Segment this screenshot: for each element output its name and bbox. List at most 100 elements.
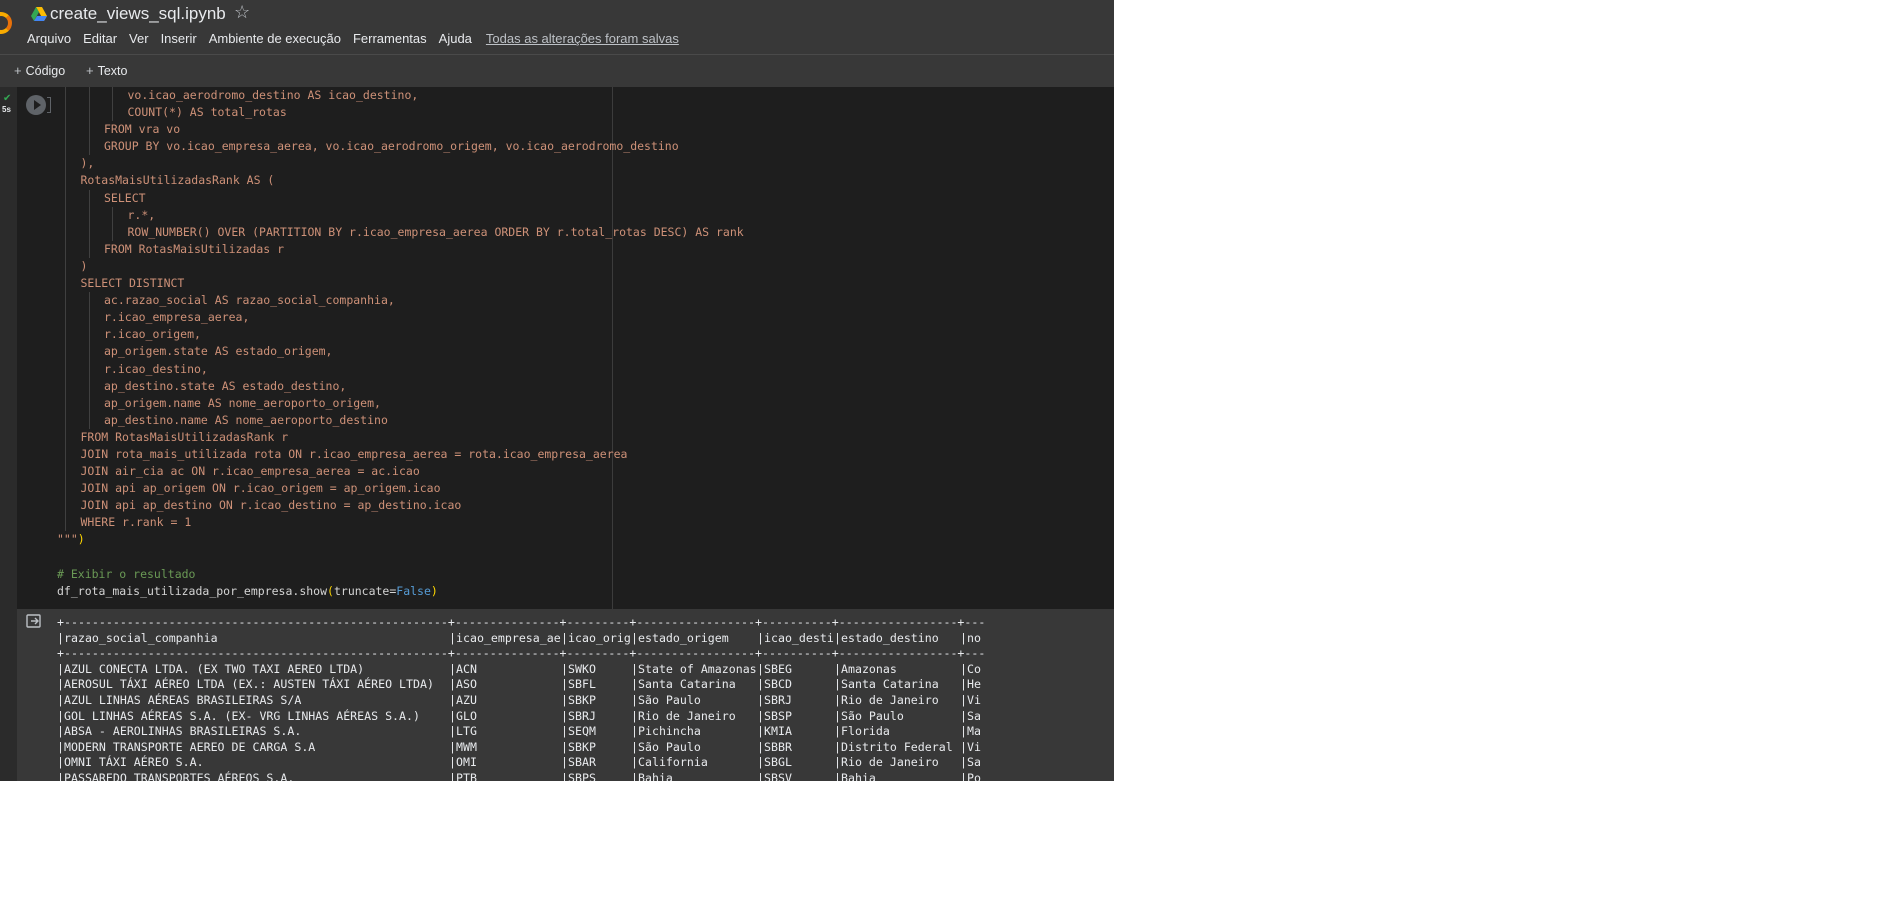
column-header: icao_destino xyxy=(764,630,834,645)
menu-inserir[interactable]: Inserir xyxy=(161,31,197,49)
code-token: r.*, xyxy=(127,207,156,222)
column-separator: | xyxy=(561,630,568,645)
plus-icon: + xyxy=(86,63,94,78)
table-cell: Po xyxy=(967,770,981,781)
colab-logo-icon[interactable] xyxy=(0,12,12,34)
column-separator: | xyxy=(757,708,764,723)
column-separator: | xyxy=(960,755,967,770)
column-separator: | xyxy=(449,630,456,645)
code-token: r.icao_origem, xyxy=(104,327,201,342)
indent-guide xyxy=(65,309,66,327)
column-header: estado_origem xyxy=(638,630,729,645)
table-cell: Bahia xyxy=(841,770,876,781)
indent-guide xyxy=(65,514,66,532)
column-separator: | xyxy=(757,677,764,692)
indent-guide xyxy=(65,172,66,190)
code-editor[interactable]: vo.icao_aerodromo_destino AS icao_destin… xyxy=(57,87,744,600)
code-token: r.icao_destino, xyxy=(104,361,208,376)
indent-guide xyxy=(88,326,90,344)
column-separator: | xyxy=(631,755,638,770)
code-token: COUNT(*) AS total_rotas xyxy=(127,105,287,120)
code-line: FROM vra vo xyxy=(57,121,744,139)
table-row: | GOL LINHAS AÉREAS S.A. (EX- VRG LINHAS … xyxy=(57,709,988,725)
column-separator: | xyxy=(960,677,967,692)
indent-guide xyxy=(65,87,66,105)
menu-bar: Arquivo Editar Ver Inserir Ambiente de e… xyxy=(27,31,679,49)
menu-ambiente-execucao[interactable]: Ambiente de execução xyxy=(209,31,341,49)
notebook-title[interactable]: create_views_sql.ipynb xyxy=(50,4,226,24)
table-cell: Pichincha xyxy=(638,724,701,739)
google-drive-icon xyxy=(31,7,47,21)
code-line: ac.razao_social AS razao_social_companhi… xyxy=(57,292,744,310)
notebook-toolbar: + Código + Texto xyxy=(0,54,1114,88)
table-cell: He xyxy=(967,677,981,692)
cell-output: +---------------------------------------… xyxy=(17,609,1114,781)
code-token: vo.icao_aerodromo_destino AS icao_destin… xyxy=(127,88,419,102)
table-cell: Santa Catarina xyxy=(841,677,939,692)
column-separator: | xyxy=(960,724,967,739)
add-code-button[interactable]: + Código xyxy=(14,63,65,78)
table-cell: Ma xyxy=(967,724,981,739)
code-token: """ xyxy=(57,532,78,547)
colab-notebook: create_views_sql.ipynb ☆ Arquivo Editar … xyxy=(0,0,1114,781)
menu-ferramentas[interactable]: Ferramentas xyxy=(353,31,427,49)
code-line: r.icao_empresa_aerea, xyxy=(57,309,744,327)
menu-arquivo[interactable]: Arquivo xyxy=(27,31,71,49)
code-token: FROM RotasMaisUtilizadas r xyxy=(104,241,285,256)
code-line: """) xyxy=(57,531,744,548)
code-line: JOIN air_cia ac ON r.icao_empresa_aerea … xyxy=(57,463,744,481)
code-token: JOIN rota_mais_utilizada rota ON r.icao_… xyxy=(80,446,628,461)
table-cell: SBBR xyxy=(764,739,792,754)
indent-guide xyxy=(88,309,90,327)
code-token: ap_origem.name AS nome_aeroporto_origem, xyxy=(104,395,381,410)
table-cell: Sa xyxy=(967,755,981,770)
code-token: GROUP BY vo.icao_empresa_aerea, vo.icao_… xyxy=(104,139,679,154)
menu-ver[interactable]: Ver xyxy=(129,31,149,49)
table-cell: Amazonas xyxy=(841,661,897,676)
menu-ajuda[interactable]: Ajuda xyxy=(439,31,472,49)
indent-guide xyxy=(112,104,113,122)
table-cell: Bahia xyxy=(638,770,673,781)
column-separator: | xyxy=(631,708,638,723)
run-cell-button[interactable] xyxy=(26,95,46,115)
indent-guide xyxy=(88,240,90,258)
table-cell: GOL LINHAS AÉREAS S.A. (EX- VRG LINHAS A… xyxy=(64,708,420,723)
table-cell: SBFL xyxy=(568,677,596,692)
indent-guide xyxy=(88,138,90,156)
table-cell: SBPS xyxy=(568,770,596,781)
table-cell: AZU xyxy=(456,692,477,707)
output-table: +---------------------------------------… xyxy=(57,615,988,781)
code-line: FROM RotasMaisUtilizadasRank r xyxy=(57,428,744,446)
indent-guide xyxy=(65,223,66,241)
table-cell: ASO xyxy=(456,677,477,692)
menu-editar[interactable]: Editar xyxy=(83,31,117,49)
code-token: SELECT DISTINCT xyxy=(80,276,185,291)
table-row: | OMNI TÁXI AÉREO S.A. | OMI | SBAR | Californi… xyxy=(57,755,988,771)
table-cell: SBSV xyxy=(764,770,792,781)
indent-guide xyxy=(65,206,66,224)
table-cell: SWKO xyxy=(568,661,596,676)
output-menu-icon[interactable] xyxy=(26,613,42,629)
code-line: ROW_NUMBER() OVER (PARTITION BY r.icao_e… xyxy=(57,223,744,241)
code-token: FROM RotasMaisUtilizadasRank r xyxy=(80,429,289,444)
code-token: False xyxy=(396,583,431,598)
code-cell[interactable]: vo.icao_aerodromo_destino AS icao_destin… xyxy=(17,87,1114,609)
add-text-button[interactable]: + Texto xyxy=(86,63,127,78)
indent-guide xyxy=(88,394,90,412)
indent-guide xyxy=(88,343,90,361)
column-separator: | xyxy=(561,739,568,754)
indent-guide xyxy=(65,480,66,498)
table-cell: Rio de Janeiro xyxy=(841,692,939,707)
column-separator: | xyxy=(57,724,64,739)
column-header: icao_empresa_aerea xyxy=(456,630,561,645)
table-cell: California xyxy=(638,755,708,770)
indent-guide xyxy=(65,104,66,122)
star-icon[interactable]: ☆ xyxy=(234,2,250,23)
column-separator: | xyxy=(834,708,841,723)
code-token: RotasMaisUtilizadasRank AS ( xyxy=(80,173,275,188)
save-status-link[interactable]: Todas as alterações foram salvas xyxy=(486,31,679,49)
column-separator: | xyxy=(561,661,568,676)
code-line: JOIN api ap_origem ON r.icao_origem = ap… xyxy=(57,480,744,498)
indent-guide xyxy=(65,275,66,293)
column-separator: | xyxy=(960,630,967,645)
